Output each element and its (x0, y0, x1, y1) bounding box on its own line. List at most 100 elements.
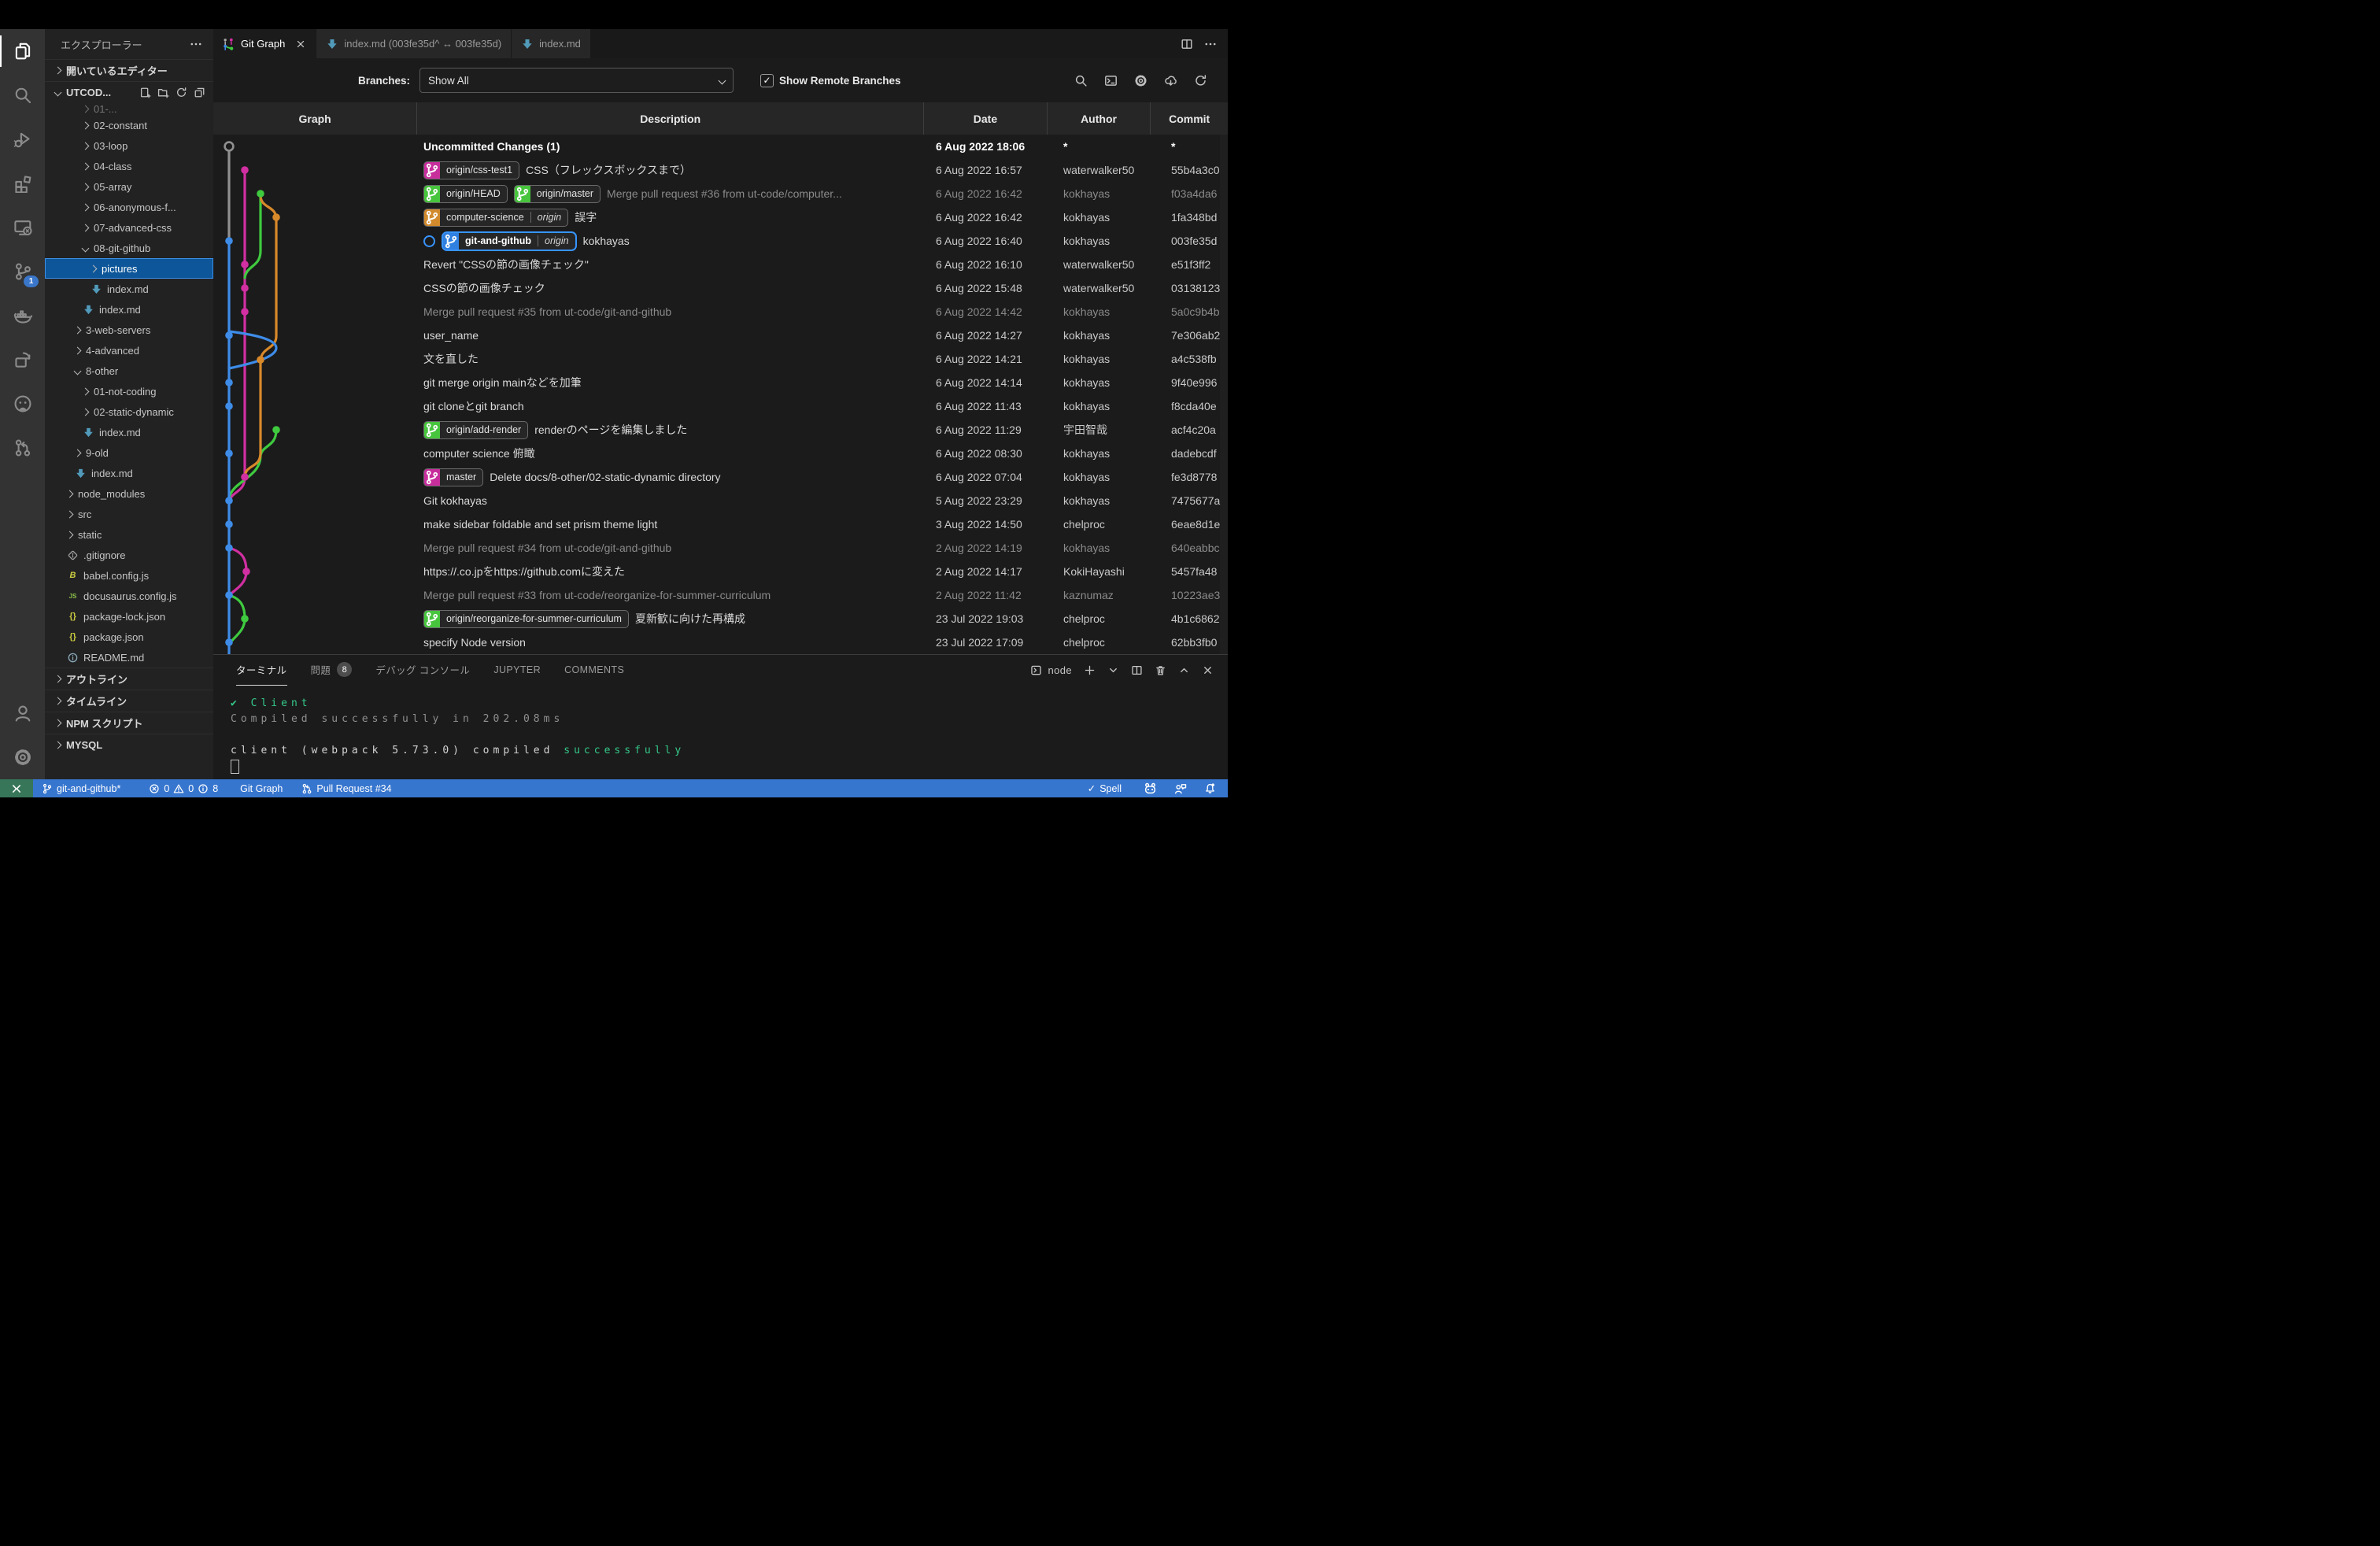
tab-index-md-003fe35d-003fe35d-[interactable]: index.md (003fe35d^ ↔ 003fe35d) (316, 29, 512, 58)
spell-status-item[interactable]: ✓ Spell (1082, 779, 1127, 797)
git-graph-status-item[interactable]: Git Graph (235, 779, 288, 797)
column-header-date[interactable]: Date (924, 102, 1048, 135)
activity-source-control[interactable]: 1 (0, 250, 45, 294)
branch-badge[interactable]: origin/master (514, 185, 601, 203)
tree-item-pictures[interactable]: pictures (45, 258, 213, 279)
branch-badge[interactable]: origin/reorganize-for-summer-curriculum (423, 610, 629, 628)
tree-item-01-[interactable]: 01-... (45, 103, 213, 115)
branch-badge[interactable]: origin/css-test1 (423, 161, 519, 179)
refresh-explorer-icon[interactable] (176, 87, 187, 98)
commit-row-7475677a[interactable]: Git kokhayas5 Aug 2022 23:29kokhayas7475… (213, 489, 1228, 512)
workspace-section[interactable]: UTCOD... (45, 81, 213, 103)
activity-accounts[interactable] (0, 691, 45, 735)
commit-row-10223ae3[interactable]: Merge pull request #33 from ut-code/reor… (213, 583, 1228, 607)
tree-item-4-advanced[interactable]: 4-advanced (45, 340, 213, 361)
activity-pull-requests[interactable] (0, 426, 45, 470)
feedback-status-item[interactable] (1169, 779, 1192, 797)
shell-icon[interactable] (1030, 664, 1042, 676)
terminal-tab-comments[interactable]: COMMENTS (564, 655, 624, 686)
tree-item-05-array[interactable]: 05-array (45, 176, 213, 197)
terminal-output[interactable]: ✔ Client Compiled successfully in 202.08… (213, 685, 1228, 775)
terminal-icon[interactable] (1104, 74, 1118, 87)
commit-row-003fe35d[interactable]: git-and-githuboriginkokhayas6 Aug 2022 1… (213, 229, 1228, 253)
commit-row-5a0c9b4b[interactable]: Merge pull request #35 from ut-code/git-… (213, 300, 1228, 324)
tab-git-graph[interactable]: Git Graph (213, 29, 316, 58)
activity-remote-explorer[interactable] (0, 205, 45, 250)
sidebar-section-タイムライン[interactable]: タイムライン (45, 690, 213, 712)
sidebar-section-NPM スクリプト[interactable]: NPM スクリプト (45, 712, 213, 734)
terminal-tab--[interactable]: デバッグ コンソール (375, 655, 470, 686)
tree-item-docusaurus-config-js[interactable]: JSdocusaurus.config.js (45, 586, 213, 606)
search-icon[interactable] (1074, 74, 1088, 87)
new-folder-icon[interactable] (157, 87, 169, 98)
terminal-tab-jupyter[interactable]: JUPYTER (493, 655, 541, 686)
remote-indicator[interactable] (0, 779, 33, 797)
activity-settings[interactable] (0, 735, 45, 779)
commit-row-4b1c6862[interactable]: origin/reorganize-for-summer-curriculum夏… (213, 607, 1228, 631)
tree-item-08-git-github[interactable]: 08-git-github (45, 238, 213, 258)
commit-row-9f40e996[interactable]: git merge origin mainなどを加筆6 Aug 2022 14:… (213, 371, 1228, 394)
branch-badge[interactable]: origin/HEAD (423, 185, 508, 203)
tree-item-03-loop[interactable]: 03-loop (45, 135, 213, 156)
pull-request-status-item[interactable]: Pull Request #34 (296, 779, 397, 797)
problems-status-item[interactable]: 0 0 8 (143, 779, 224, 797)
commit-row-62bb3fb0[interactable]: specify Node version23 Jul 2022 17:09che… (213, 631, 1228, 654)
activity-run-and-debug[interactable] (0, 117, 45, 161)
commit-row-fe3d8778[interactable]: masterDelete docs/8-other/02-static-dyna… (213, 465, 1228, 489)
commit-row-5457fa48[interactable]: https://.co.jpをhttps://github.comに変えた2 A… (213, 560, 1228, 583)
close-panel-icon[interactable] (1202, 664, 1214, 676)
column-header-description[interactable]: Description (417, 102, 924, 135)
commit-row-dadebcdf[interactable]: computer science 俯瞰6 Aug 2022 08:30kokha… (213, 442, 1228, 465)
new-file-icon[interactable] (139, 87, 151, 98)
notifications-status-item[interactable] (1199, 779, 1221, 797)
split-editor-icon[interactable] (1181, 38, 1193, 50)
column-header-author[interactable]: Author (1048, 102, 1151, 135)
commit-row-7e306ab2[interactable]: user_name6 Aug 2022 14:27kokhayas7e306ab… (213, 324, 1228, 347)
tree-item-index-md[interactable]: index.md (45, 463, 213, 483)
tree-item-babel-config-js[interactable]: Bbabel.config.js (45, 565, 213, 586)
tree-item-06-anonymous-f-[interactable]: 06-anonymous-f... (45, 197, 213, 217)
tree-item-package-json[interactable]: {}package.json (45, 627, 213, 647)
tree-item-package-lock-json[interactable]: {}package-lock.json (45, 606, 213, 627)
scrollbar[interactable] (1220, 135, 1228, 654)
commit-row-f03a4da6[interactable]: origin/HEADorigin/masterMerge pull reque… (213, 182, 1228, 205)
branch-status-item[interactable]: git-and-github* (33, 779, 126, 797)
commit-row-*[interactable]: Uncommitted Changes (1)6 Aug 2022 18:06*… (213, 135, 1228, 158)
collapse-folders-icon[interactable] (194, 87, 205, 98)
commit-row-f8cda40e[interactable]: git cloneとgit branch6 Aug 2022 11:43kokh… (213, 394, 1228, 418)
tree-item-8-other[interactable]: 8-other (45, 361, 213, 381)
activity-github[interactable] (0, 382, 45, 426)
tree-item-01-not-coding[interactable]: 01-not-coding (45, 381, 213, 401)
new-terminal-icon[interactable] (1084, 664, 1096, 676)
activity-docker[interactable] (0, 294, 45, 338)
commit-row-acf4c20a[interactable]: origin/add-renderrenderのページを編集しました6 Aug … (213, 418, 1228, 442)
sidebar-section-MYSQL[interactable]: MYSQL (45, 734, 213, 756)
commit-row-55b4a3c0[interactable]: origin/css-test1CSS（フレックスボックスまで）6 Aug 20… (213, 158, 1228, 182)
tree-item-static[interactable]: static (45, 524, 213, 545)
branch-badge[interactable]: git-and-githuborigin (442, 231, 577, 251)
commit-row-03138123[interactable]: CSSの節の画像チェック6 Aug 2022 15:48waterwalker5… (213, 276, 1228, 300)
assistant-status-item[interactable] (1138, 779, 1162, 797)
branch-badge[interactable]: origin/add-render (423, 421, 528, 439)
tree-item-node-modules[interactable]: node_modules (45, 483, 213, 504)
branches-dropdown[interactable]: Show All (419, 68, 734, 93)
tree-item-02-constant[interactable]: 02-constant (45, 115, 213, 135)
tree-item-index-md[interactable]: index.md (45, 422, 213, 442)
sidebar-section-アウトライン[interactable]: アウトライン (45, 668, 213, 690)
maximize-panel-icon[interactable] (1178, 664, 1190, 676)
show-remote-branches-checkbox[interactable]: ✓ (760, 74, 774, 87)
activity-explorer[interactable] (0, 29, 45, 73)
kill-terminal-icon[interactable] (1155, 664, 1166, 676)
column-header-graph[interactable]: Graph (213, 102, 417, 135)
tree-item--gitignore[interactable]: .gitignore (45, 545, 213, 565)
commit-row-e51f3ff2[interactable]: Revert "CSSの節の画像チェック"6 Aug 2022 16:10wat… (213, 253, 1228, 276)
tree-item-04-class[interactable]: 04-class (45, 156, 213, 176)
open-editors-section[interactable]: 開いているエディター (45, 59, 213, 81)
gear-icon[interactable] (1134, 74, 1148, 87)
activity-search[interactable] (0, 73, 45, 117)
tree-item-src[interactable]: src (45, 504, 213, 524)
commit-row-6eae8d1e[interactable]: make sidebar foldable and set prism them… (213, 512, 1228, 536)
branch-badge[interactable]: computer-scienceorigin (423, 209, 568, 227)
activity-live-share[interactable] (0, 338, 45, 382)
terminal-tab--[interactable]: 問題8 (311, 655, 353, 686)
